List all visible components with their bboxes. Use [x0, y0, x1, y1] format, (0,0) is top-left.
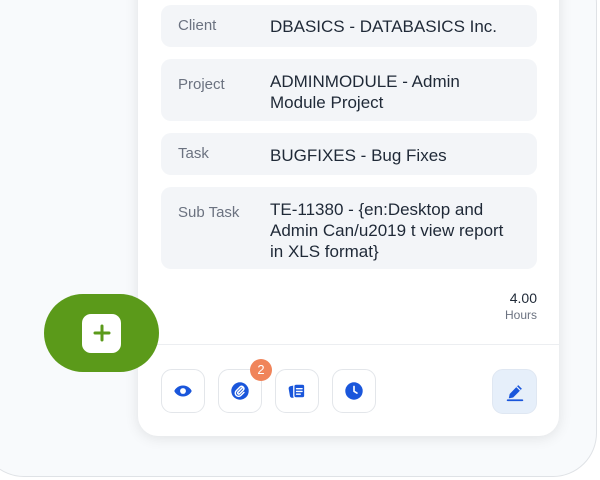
view-button[interactable] [161, 369, 205, 413]
project-value: ADMINMODULE - Admin Module Project [270, 72, 460, 112]
subtask-row: Sub Task TE-11380 - {en:Desktop and Admi… [161, 187, 537, 269]
task-value: BUGFIXES - Bug Fixes [270, 146, 447, 165]
attachment-count-badge: 2 [250, 359, 272, 381]
project-row: Project ADMINMODULE - Admin Module Proje… [161, 59, 537, 121]
notes-button[interactable] [275, 369, 319, 413]
subtask-label: Sub Task [178, 204, 240, 221]
paperclip-icon [231, 382, 249, 400]
plus-icon [93, 324, 110, 342]
hours-unit: Hours [504, 308, 537, 322]
task-label: Task [178, 145, 209, 162]
client-row: Client DBASICS - DATABASICS Inc. [161, 5, 537, 47]
clock-icon [345, 382, 363, 400]
hours-value: 4.00 [509, 290, 537, 306]
pencil-icon [506, 384, 523, 401]
project-label: Project [178, 76, 225, 93]
subtask-value: TE-11380 - {en:Desktop and Admin Can/u20… [270, 200, 504, 261]
edit-button[interactable] [492, 369, 537, 414]
eye-icon [174, 385, 192, 397]
add-entry-button-inner [82, 313, 121, 353]
divider [138, 344, 559, 345]
client-value: DBASICS - DATABASICS Inc. [270, 17, 498, 36]
client-label: Client [178, 17, 217, 34]
history-button[interactable] [332, 369, 376, 413]
add-entry-button[interactable] [44, 294, 159, 372]
task-row: Task BUGFIXES - Bug Fixes [161, 133, 537, 175]
notes-icon [288, 383, 306, 399]
